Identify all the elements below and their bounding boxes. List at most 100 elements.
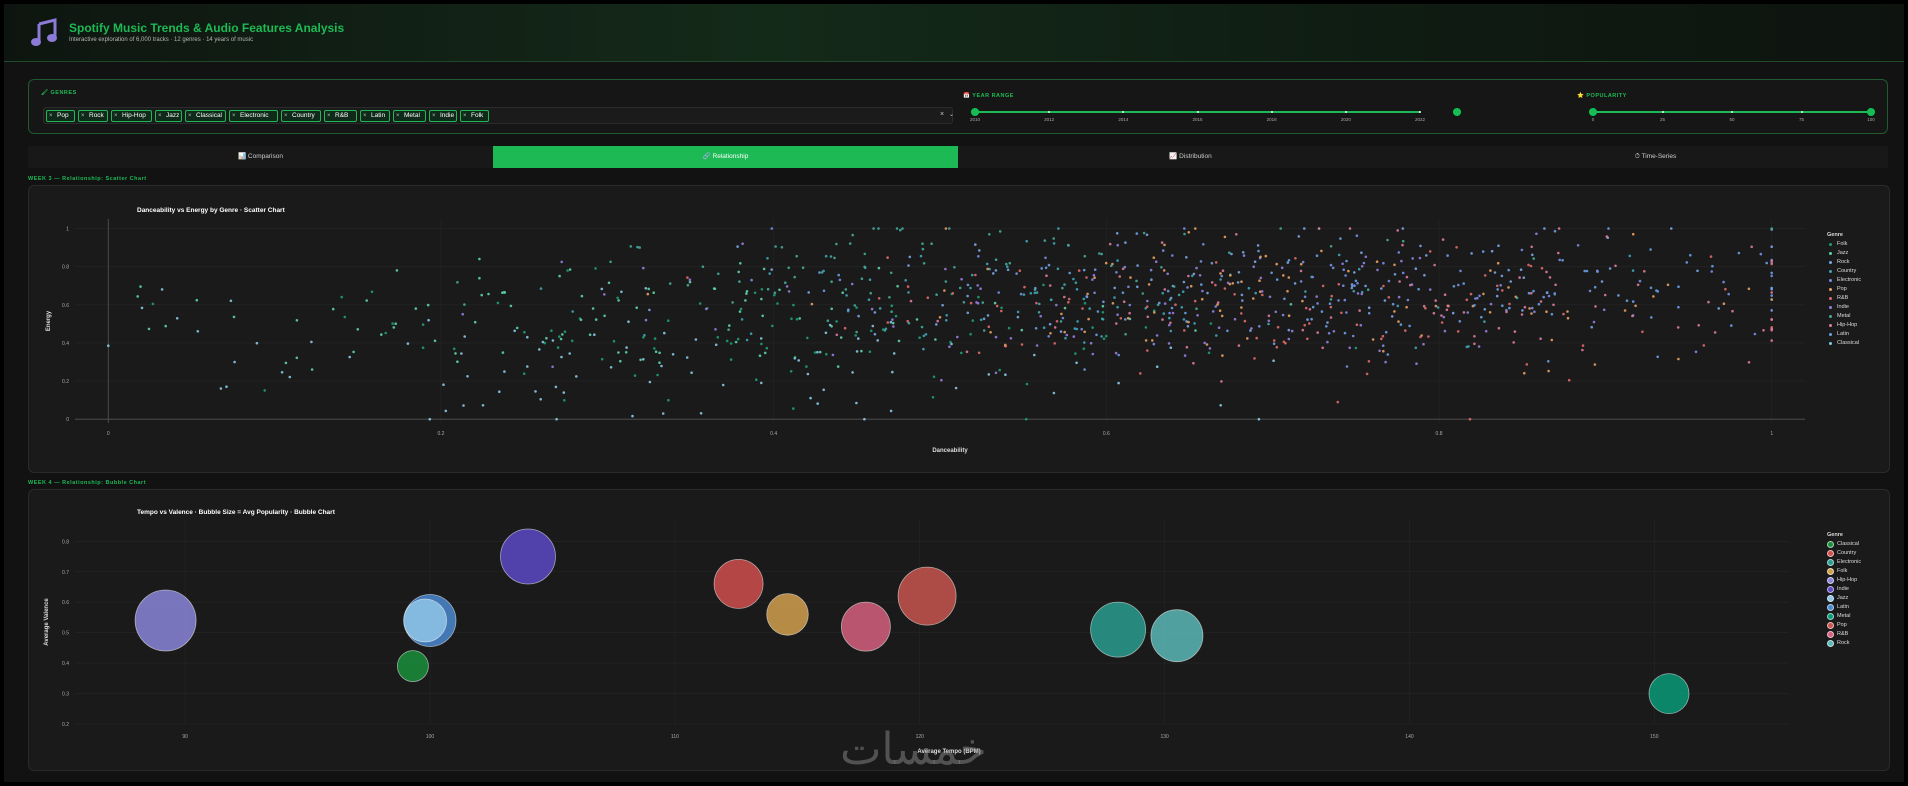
scatter-point[interactable]: [1727, 292, 1730, 296]
scatter-point[interactable]: [918, 336, 921, 339]
scatter-point[interactable]: [551, 365, 554, 369]
scatter-point[interactable]: [545, 336, 548, 340]
scatter-point[interactable]: [822, 289, 826, 293]
scatter-point[interactable]: [966, 283, 970, 287]
scatter-point[interactable]: [847, 308, 850, 311]
scatter-point[interactable]: [857, 314, 860, 318]
scatter-point[interactable]: [891, 321, 895, 325]
scatter-point[interactable]: [795, 317, 799, 321]
scatter-point[interactable]: [1240, 293, 1244, 297]
scatter-point[interactable]: [1241, 299, 1244, 302]
scatter-point[interactable]: [1219, 404, 1222, 407]
bubble-rb[interactable]: [841, 601, 891, 652]
scatter-point[interactable]: [648, 308, 651, 312]
scatter-point[interactable]: [1443, 293, 1447, 296]
scatter-point[interactable]: [828, 323, 832, 327]
scatter-point[interactable]: [1722, 302, 1726, 305]
scatter-point[interactable]: [1085, 276, 1088, 279]
scatter-point[interactable]: [1029, 292, 1033, 295]
scatter-point[interactable]: [1593, 285, 1597, 289]
scatter-point[interactable]: [1207, 351, 1211, 355]
scatter-point[interactable]: [1484, 329, 1488, 333]
scatter-point[interactable]: [1364, 255, 1368, 259]
bubble-rock[interactable]: [1150, 609, 1204, 663]
scatter-point[interactable]: [1299, 280, 1303, 283]
scatter-point[interactable]: [1034, 327, 1038, 330]
scatter-point[interactable]: [1397, 295, 1401, 299]
scatter-point[interactable]: [522, 372, 526, 375]
scatter-point[interactable]: [1478, 294, 1481, 298]
scatter-point[interactable]: [701, 265, 705, 268]
scatter-point[interactable]: [713, 287, 717, 291]
scatter-point[interactable]: [653, 347, 656, 350]
scatter-point[interactable]: [1614, 264, 1617, 268]
scatter-point[interactable]: [1445, 308, 1449, 312]
bubble-metal[interactable]: [1648, 673, 1690, 715]
scatter-point[interactable]: [1124, 332, 1127, 336]
scatter-point[interactable]: [1192, 361, 1195, 365]
scatter-point[interactable]: [219, 387, 223, 390]
scatter-point[interactable]: [1518, 276, 1521, 279]
scatter-point[interactable]: [1211, 310, 1215, 313]
genre-multiselect[interactable]: × ⌄ × Pop × Rock × Hip-Hop × Jazz × Classical × Ele…: [43, 107, 954, 124]
scatter-point[interactable]: [909, 299, 913, 303]
scatter-point[interactable]: [1451, 311, 1455, 315]
scatter-point[interactable]: [658, 351, 661, 355]
scatter-point[interactable]: [1083, 341, 1086, 344]
scatter-point[interactable]: [1418, 256, 1422, 260]
scatter-point[interactable]: [653, 337, 657, 340]
scatter-point[interactable]: [1033, 353, 1036, 357]
scatter-point[interactable]: [1242, 254, 1246, 257]
bubble-folk[interactable]: [766, 593, 809, 636]
scatter-point[interactable]: [1465, 298, 1469, 302]
scatter-point[interactable]: [1341, 262, 1344, 266]
genre-chip[interactable]: × Indie: [429, 110, 457, 122]
scatter-point[interactable]: [579, 318, 583, 322]
scatter-point[interactable]: [1631, 300, 1635, 303]
scatter-point[interactable]: [1581, 344, 1585, 347]
scatter-point[interactable]: [1477, 345, 1481, 348]
scatter-point[interactable]: [1400, 259, 1403, 263]
scatter-point[interactable]: [904, 279, 907, 282]
scatter-point[interactable]: [1180, 306, 1184, 309]
scatter-point[interactable]: [1124, 318, 1127, 321]
pop-min-handle[interactable]: [1589, 108, 1597, 116]
legend-item[interactable]: Indie: [1827, 303, 1861, 312]
scatter-point[interactable]: [1414, 267, 1418, 270]
scatter-point[interactable]: [1387, 296, 1391, 299]
scatter-point[interactable]: [343, 315, 347, 319]
scatter-point[interactable]: [981, 301, 985, 304]
scatter-point[interactable]: [978, 249, 981, 252]
scatter-point[interactable]: [1765, 261, 1768, 265]
scatter-point[interactable]: [688, 278, 692, 281]
scatter-point[interactable]: [654, 350, 658, 353]
scatter-point[interactable]: [1209, 322, 1213, 325]
scatter-point[interactable]: [891, 318, 894, 321]
scatter-point[interactable]: [1493, 271, 1497, 274]
legend-item[interactable]: Metal: [1827, 612, 1861, 621]
scatter-point[interactable]: [1547, 294, 1551, 298]
scatter-point[interactable]: [1553, 229, 1557, 233]
scatter-point[interactable]: [1440, 314, 1443, 317]
scatter-point[interactable]: [1171, 311, 1175, 315]
scatter-point[interactable]: [1093, 268, 1097, 271]
scatter-point[interactable]: [501, 351, 505, 354]
scatter-point[interactable]: [729, 358, 733, 361]
scatter-point[interactable]: [935, 293, 938, 296]
scatter-point[interactable]: [936, 319, 939, 323]
scatter-point[interactable]: [915, 318, 919, 321]
scatter-point[interactable]: [1762, 329, 1765, 332]
scatter-point[interactable]: [1195, 307, 1198, 310]
scatter-point[interactable]: [288, 375, 292, 379]
scatter-point[interactable]: [1360, 265, 1364, 268]
scatter-point[interactable]: [1427, 335, 1430, 338]
scatter-point[interactable]: [463, 303, 466, 306]
scatter-point[interactable]: [667, 398, 670, 402]
scatter-point[interactable]: [1332, 330, 1336, 333]
scatter-point[interactable]: [1533, 310, 1536, 314]
scatter-point[interactable]: [738, 310, 742, 313]
scatter-point[interactable]: [428, 417, 432, 421]
scatter-point[interactable]: [620, 290, 623, 294]
scatter-point[interactable]: [1530, 245, 1533, 249]
scatter-point[interactable]: [1045, 274, 1048, 277]
